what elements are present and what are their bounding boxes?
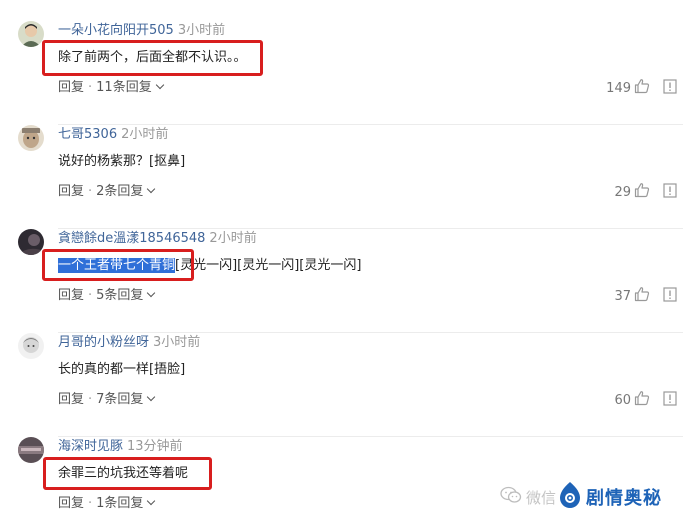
reply-count[interactable]: 7条回复 <box>96 392 143 407</box>
comments-page: 一朵小花向阳开505 3小时前 除了前两个，后面全都不认识。。 回复 · 11条回复 … <box>0 0 699 528</box>
username[interactable]: 月哥的小粉丝呀 <box>58 335 149 350</box>
comment-item: 月哥的小粉丝呀 3小时前 长的真的都一样[捂脸] 回复 · 7条回复 60 <box>0 333 699 437</box>
watermark-faint-text: 微信 <box>526 488 557 507</box>
avatar[interactable] <box>18 229 44 255</box>
username[interactable]: 貪戀餘de溫漾18546548 <box>58 231 205 246</box>
like-count: 29 <box>614 184 631 200</box>
username[interactable]: 七哥5306 <box>58 127 117 142</box>
reply-button-label[interactable]: 回复 <box>58 184 84 199</box>
comment-header: 貪戀餘de溫漾18546548 2小时前 <box>58 229 257 249</box>
comment-item: 一朵小花向阳开505 3小时前 除了前两个，后面全都不认识。。 回复 · 11条回复 … <box>0 21 699 125</box>
brand-logo-icon <box>558 481 582 513</box>
like-count: 60 <box>614 392 631 408</box>
reply-link[interactable]: 回复 · 1条回复 <box>58 495 156 513</box>
reply-link[interactable]: 回复 · 2条回复 <box>58 183 156 201</box>
reply-link[interactable]: 回复 · 5条回复 <box>58 287 156 305</box>
chevron-down-icon <box>147 496 156 506</box>
report-icon[interactable] <box>663 286 677 306</box>
like-count: 149 <box>606 80 631 96</box>
comment-text-rest: [灵光一闪][灵光一闪][灵光一闪] <box>175 258 362 273</box>
reply-count[interactable]: 5条回复 <box>96 288 143 303</box>
chevron-down-icon <box>147 288 156 298</box>
chevron-down-icon <box>147 392 156 402</box>
reply-button-label[interactable]: 回复 <box>58 288 84 303</box>
username[interactable]: 一朵小花向阳开505 <box>58 23 174 38</box>
thumb-up-icon[interactable] <box>634 182 650 202</box>
thumb-up-icon[interactable] <box>634 390 650 410</box>
reply-count[interactable]: 1条回复 <box>96 496 143 511</box>
timestamp: 13分钟前 <box>127 439 183 454</box>
comment-header: 月哥的小粉丝呀 3小时前 <box>58 333 200 353</box>
reply-button-label[interactable]: 回复 <box>58 392 84 407</box>
chevron-down-icon <box>155 80 164 90</box>
timestamp: 2小时前 <box>209 231 257 246</box>
reply-link[interactable]: 回复 · 7条回复 <box>58 391 156 409</box>
annotation-box <box>42 40 263 76</box>
report-icon[interactable] <box>663 78 677 98</box>
reply-link[interactable]: 回复 · 11条回复 <box>58 79 164 97</box>
comment-text: 长的真的都一样[捂脸] <box>58 362 186 377</box>
chevron-down-icon <box>147 184 156 194</box>
annotation-box <box>43 457 212 490</box>
avatar[interactable] <box>18 333 44 359</box>
reply-count[interactable]: 11条回复 <box>96 80 152 95</box>
timestamp: 3小时前 <box>177 23 226 38</box>
comment-header: 海深时见豚 13分钟前 <box>58 437 183 457</box>
avatar[interactable] <box>18 21 44 47</box>
report-icon[interactable] <box>663 390 677 410</box>
comment-actions: 29 <box>614 181 677 203</box>
thumb-up-icon[interactable] <box>634 286 650 306</box>
like-count: 37 <box>614 288 631 304</box>
reply-count[interactable]: 2条回复 <box>96 184 143 199</box>
reply-button-label[interactable]: 回复 <box>58 80 84 95</box>
avatar[interactable] <box>18 437 44 463</box>
thumb-up-icon[interactable] <box>634 78 650 98</box>
report-icon[interactable] <box>663 182 677 202</box>
comment-header: 七哥5306 2小时前 <box>58 125 168 145</box>
timestamp: 3小时前 <box>153 335 201 350</box>
comment-header: 一朵小花向阳开505 3小时前 <box>58 21 225 41</box>
username[interactable]: 海深时见豚 <box>58 439 123 454</box>
avatar[interactable] <box>18 125 44 151</box>
watermark-brand: 剧情奥秘 <box>586 488 663 509</box>
comment-text: 说好的杨紫那？[抠鼻] <box>58 154 186 169</box>
comment-actions: 60 <box>614 389 677 411</box>
timestamp: 2小时前 <box>121 127 169 142</box>
reply-button-label[interactable]: 回复 <box>58 496 84 511</box>
comment-actions: 149 <box>606 77 677 99</box>
wechat-icon <box>500 486 522 508</box>
annotation-box <box>42 249 194 281</box>
comment-item: 七哥5306 2小时前 说好的杨紫那？[抠鼻] 回复 · 2条回复 29 <box>0 125 699 229</box>
comment-item: 貪戀餘de溫漾18546548 2小时前 一个王者带七个青铜[灵光一闪][灵光一闪… <box>0 229 699 333</box>
watermark: 微信 剧情奥秘 <box>500 482 662 512</box>
comment-actions: 37 <box>614 285 677 307</box>
